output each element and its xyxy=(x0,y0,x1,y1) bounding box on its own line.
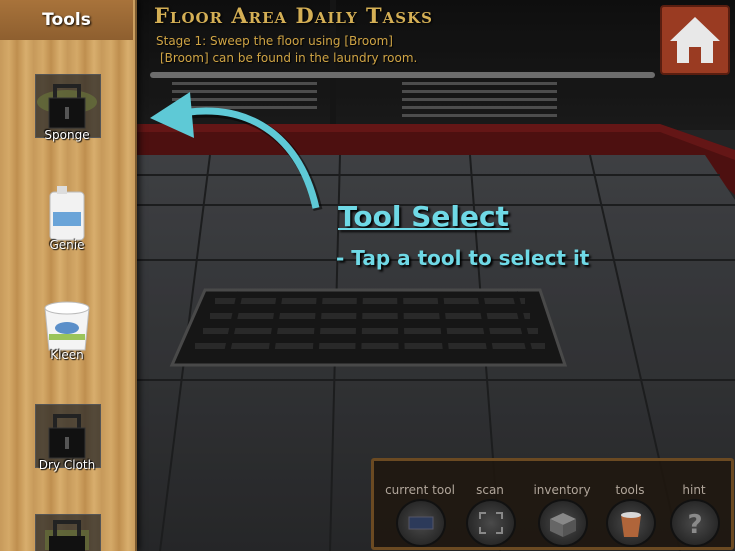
tool-slot-kleen[interactable]: Kleen xyxy=(33,294,101,362)
current-tool-icon xyxy=(396,499,446,547)
task-stage-text: Stage 1: Sweep the floor using [Broom] xyxy=(156,34,393,48)
tutorial-title: Tool Select xyxy=(338,200,509,233)
lock-icon xyxy=(45,520,89,551)
task-title: Floor Area Daily Tasks xyxy=(154,3,433,28)
current-tool-label: current tool xyxy=(385,483,455,497)
scan-icon xyxy=(466,499,516,547)
hint-label: hint xyxy=(682,483,706,497)
task-progress-bar xyxy=(150,72,655,78)
inventory-box-icon xyxy=(538,499,588,547)
bucket-icon xyxy=(606,499,656,547)
scan-button[interactable]: scan xyxy=(454,461,526,547)
home-button[interactable] xyxy=(660,5,730,75)
question-icon: ? xyxy=(670,499,720,547)
tool-label: Sponge xyxy=(44,128,90,142)
current-tool-button[interactable]: current tool xyxy=(384,461,456,547)
tool-label: Kleen xyxy=(50,348,84,362)
hint-button[interactable]: hint ? xyxy=(658,461,730,547)
tool-label: Dry Cloth xyxy=(38,458,96,472)
home-icon xyxy=(670,17,720,63)
sidebar-title: Tools xyxy=(0,0,133,40)
inventory-button[interactable]: inventory xyxy=(526,461,598,547)
tool-slot-dry-cloth[interactable]: Dry Cloth xyxy=(33,404,101,472)
tool-label: Genie xyxy=(49,238,85,252)
tool-slot-sponge[interactable]: Sponge xyxy=(33,74,101,142)
svg-text:?: ? xyxy=(687,510,702,540)
task-hint-text: [Broom] can be found in the laundry room… xyxy=(160,51,418,65)
action-toolbar: current tool scan inventory tools hint ? xyxy=(371,458,734,550)
scan-label: scan xyxy=(476,483,504,497)
inventory-label: inventory xyxy=(533,483,591,497)
tool-slot-partial[interactable] xyxy=(33,514,101,551)
tutorial-subtitle: - Tap a tool to select it xyxy=(336,246,590,270)
tools-button[interactable]: tools xyxy=(594,461,666,547)
tools-label: tools xyxy=(615,483,645,497)
tool-sidebar[interactable]: Tools Sponge Genie Kleen Dry Cloth xyxy=(0,0,137,551)
tool-slot-genie[interactable]: Genie xyxy=(33,184,101,252)
